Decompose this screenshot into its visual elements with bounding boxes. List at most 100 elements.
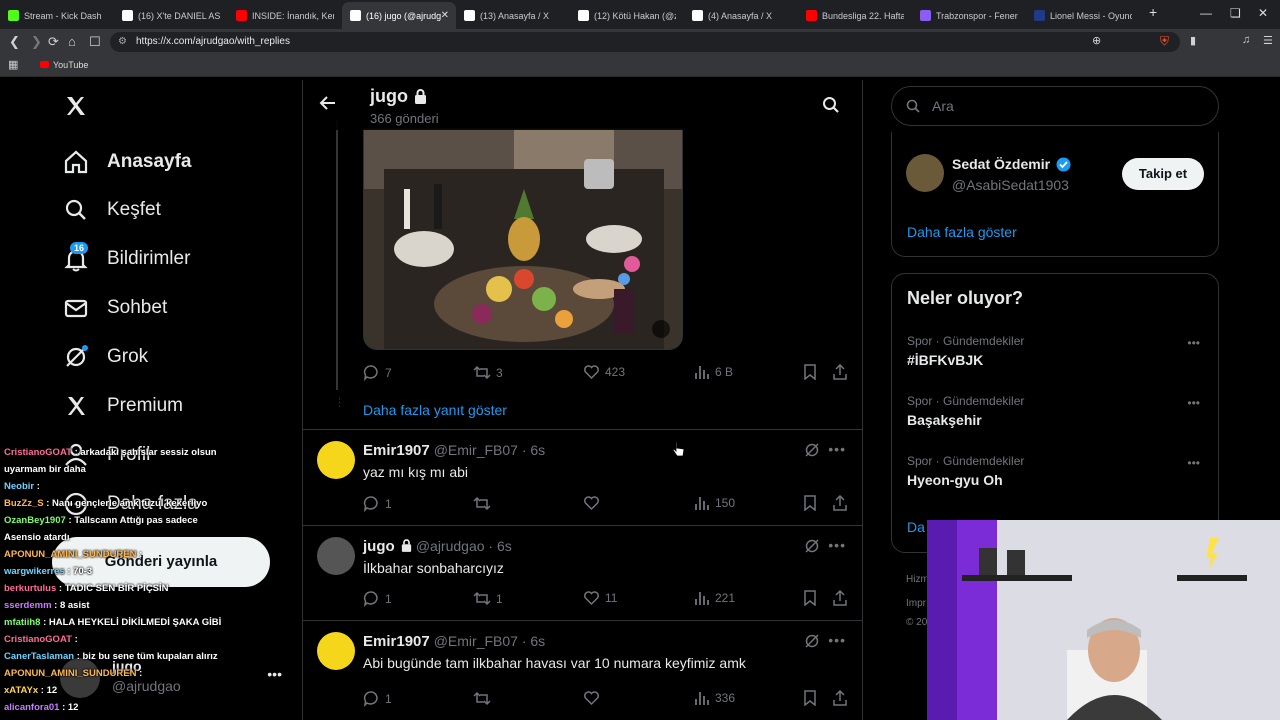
avatar[interactable] — [317, 537, 355, 575]
grok-explain-icon[interactable] — [804, 633, 820, 654]
x-logo-icon[interactable] — [64, 94, 88, 123]
shield-icon[interactable]: ⛨ — [1160, 34, 1169, 49]
bookmark-button[interactable] — [803, 690, 822, 706]
avatar[interactable] — [317, 441, 355, 479]
trend-more-icon[interactable]: ••• — [1187, 336, 1200, 350]
retweet-button[interactable]: 1 — [473, 590, 503, 607]
maximize-button[interactable]: ❏ — [1230, 6, 1241, 20]
more-options-icon[interactable]: ••• — [828, 632, 846, 648]
bookmark-page-icon[interactable]: ☐ — [89, 34, 101, 50]
search-icon[interactable] — [822, 96, 840, 119]
bookmark-button[interactable] — [803, 495, 822, 511]
bookmark-youtube[interactable]: YouTube — [53, 60, 88, 70]
retweet-button[interactable]: 3 — [473, 364, 503, 381]
nav-explore[interactable]: Keşfet — [62, 196, 161, 224]
show-more-suggestions[interactable]: Daha fazla göster — [907, 224, 1017, 240]
like-button[interactable] — [583, 690, 605, 706]
retweet-button[interactable] — [473, 690, 496, 707]
footer-link-terms[interactable]: Hizm — [906, 574, 929, 585]
extensions-icon[interactable]: ▮ — [1190, 34, 1196, 47]
site-info-icon[interactable]: ⚙ — [118, 32, 127, 52]
follow-button[interactable]: Takip et — [1122, 158, 1204, 190]
trend-item[interactable]: Spor · Gündemdekiler Başakşehir ••• — [892, 392, 1218, 444]
retweet-icon — [473, 691, 491, 706]
forward-nav-icon[interactable]: ❯ — [31, 34, 42, 50]
browser-tab[interactable]: Lionel Messi - Oyuncu — [1026, 2, 1140, 29]
chat-username: mfatiih8 — [4, 617, 41, 628]
tweet-media-image[interactable] — [363, 128, 683, 350]
bookmark-button[interactable] — [803, 364, 822, 380]
browser-tab[interactable]: (13) Anasayfa / X — [456, 2, 570, 29]
tweet-author[interactable]: Emir1907 @Emir_FB07 · 6s — [363, 442, 545, 459]
search-input[interactable]: Ara — [891, 86, 1219, 126]
share-button[interactable] — [832, 495, 853, 511]
browser-tab[interactable]: INSIDE: İnandık, Kenet — [228, 2, 342, 29]
url-text: https://x.com/ajrudgao/with_replies — [136, 36, 290, 47]
new-tab-button[interactable]: + — [1149, 4, 1157, 20]
back-arrow-icon[interactable] — [319, 94, 337, 117]
trend-more-icon[interactable]: ••• — [1187, 396, 1200, 410]
reload-icon[interactable]: ⟳ — [48, 34, 59, 50]
browser-tab[interactable]: (16) jugo (@ajrudg ✕ — [342, 2, 456, 29]
nav-premium[interactable]: Premium — [62, 392, 183, 420]
trend-item[interactable]: Spor · Gündemdekiler Hyeon-gyu Oh ••• — [892, 452, 1218, 504]
browser-tab[interactable]: (4) Anasayfa / X — [684, 2, 798, 29]
like-button[interactable]: 423 — [583, 364, 625, 380]
more-options-icon[interactable]: ••• — [828, 537, 846, 553]
browser-tab[interactable]: (12) Kötü Hakan (@zin — [570, 2, 684, 29]
bookmark-button[interactable] — [803, 590, 822, 606]
tweet[interactable]: jugo @ajrudgao · 6s ••• İlkbahar sonbaharc… — [303, 526, 862, 621]
home-icon[interactable]: ⌂ — [68, 34, 76, 49]
views-button[interactable]: 6 B — [694, 364, 733, 380]
more-options-icon[interactable]: ••• — [828, 441, 846, 457]
tweet-actions: 7 3 423 6 B — [363, 364, 848, 384]
like-button[interactable] — [583, 495, 605, 511]
tweet-author[interactable]: Emir1907 @Emir_FB07 · 6s — [363, 633, 545, 650]
reply-button[interactable]: 1 — [363, 690, 392, 707]
zoom-icon[interactable]: ⊕ — [1092, 34, 1101, 47]
show-more-replies[interactable]: ⋮ Daha fazla yanıt göster — [303, 392, 862, 430]
browser-tab[interactable]: Trabzonspor - Fenerba — [912, 2, 1026, 29]
tweet-author[interactable]: jugo @ajrudgao · 6s — [363, 538, 512, 555]
share-button[interactable] — [832, 690, 853, 706]
trend-item[interactable]: Spor · Gündemdekiler #İBFKvBJK ••• — [892, 332, 1218, 384]
views-button[interactable]: 336 — [694, 690, 735, 706]
profile-name: jugo — [370, 86, 408, 106]
footer-link-imprint[interactable]: Impr — [906, 598, 926, 609]
apps-grid-icon[interactable]: ▦ — [8, 58, 18, 71]
nav-grok[interactable]: Grok — [62, 343, 148, 371]
thread-line — [336, 120, 338, 390]
close-tab-icon[interactable]: ✕ — [441, 10, 449, 21]
menu-icon[interactable]: ☰ — [1263, 34, 1273, 47]
close-window-button[interactable]: ✕ — [1258, 6, 1268, 20]
tweet-actions: 1 150 — [363, 495, 848, 515]
browser-tab[interactable]: (16) X'te DANIEL ASAN — [114, 2, 228, 29]
retweet-button[interactable] — [473, 495, 496, 512]
grok-explain-icon[interactable] — [804, 442, 820, 463]
views-button[interactable]: 221 — [694, 590, 735, 606]
suggest-name[interactable]: Sedat Özdemir — [952, 156, 1050, 172]
trends-show-more[interactable]: Da — [907, 519, 925, 535]
reply-button[interactable]: 7 — [363, 364, 392, 381]
share-button[interactable] — [832, 590, 853, 606]
minimize-button[interactable]: — — [1200, 6, 1212, 20]
avatar[interactable] — [317, 632, 355, 670]
browser-tab[interactable]: Bundesliga 22. Hafta Ö — [798, 2, 912, 29]
tweet[interactable]: Emir1907 @Emir_FB07 · 6s ••• yaz mı kış mı … — [303, 430, 862, 526]
reply-button[interactable]: 1 — [363, 495, 392, 512]
suggest-avatar[interactable] — [906, 154, 944, 192]
chat-username: CanerTaslaman — [4, 651, 75, 662]
back-nav-icon[interactable]: ❮ — [9, 34, 20, 50]
nav-home[interactable]: Anasayfa — [62, 148, 192, 176]
trend-more-icon[interactable]: ••• — [1187, 456, 1200, 470]
share-button[interactable] — [832, 364, 853, 380]
like-button[interactable]: 11 — [583, 590, 617, 606]
tweet[interactable]: Emir1907 @Emir_FB07 · 6s ••• Abi bugünde ta… — [303, 621, 862, 720]
views-button[interactable]: 150 — [694, 495, 735, 511]
nav-messages[interactable]: Sohbet — [62, 294, 167, 322]
reply-button[interactable]: 1 — [363, 590, 392, 607]
browser-tab[interactable]: Stream - Kick Dash — [0, 2, 114, 29]
media-icon[interactable]: ♫ — [1242, 34, 1250, 46]
url-input[interactable]: ⚙ https://x.com/ajrudgao/with_replies — [110, 32, 1180, 52]
grok-explain-icon[interactable] — [804, 538, 820, 559]
